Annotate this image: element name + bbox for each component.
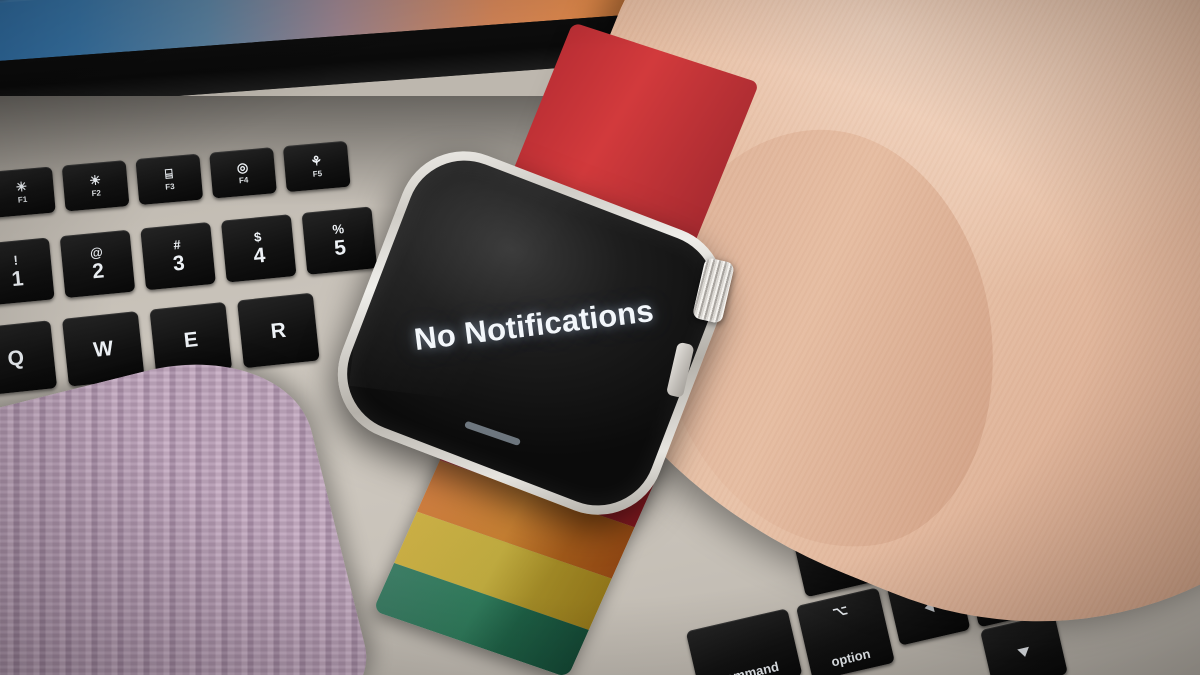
photo-scene: 19 zoom ☀F1☀F2⌸F3◎F4⚘F5 !1@2#3$4%5 [0,0,1200,675]
key-command[interactable]: command [685,608,803,675]
key-label: Q [6,345,26,371]
key-label: 1 [10,267,25,292]
finder-icon[interactable] [0,0,14,2]
key-label: F5 [312,168,323,179]
key-1[interactable]: ! 1 [0,237,55,306]
key-symbol: # [172,236,182,253]
number-key-row[interactable]: ! 1 @2 #3 $4% 5 [0,206,378,306]
key-label: F1 [17,194,28,205]
key-f5[interactable]: ⚘ F5 [282,140,351,193]
key-q[interactable]: Q [0,320,58,396]
key-label: E [182,327,199,352]
key-f1[interactable]: ☀ F1 [0,166,56,218]
no-notifications-message: No Notifications [412,292,656,357]
key-label: 3 [171,251,186,276]
fn-glyph-icon: ☀ [88,172,102,189]
key-symbol: @ [89,244,104,261]
key-f4[interactable]: ◎ F4 [209,147,277,199]
fn-glyph-icon: ☀ [14,178,28,195]
band-stripe-yellow [394,511,612,631]
fn-glyph-icon: ⚘ [309,152,323,169]
key-3[interactable]: #3 [140,221,216,291]
key-label: F3 [164,181,176,192]
option-symbol-icon: ⌥ [831,601,849,620]
key-symbol: % [331,221,345,238]
key-label: R [269,318,288,343]
key-2[interactable]: @2 [59,229,136,299]
key-label: F2 [91,188,102,199]
key-label: 2 [91,259,106,284]
key-label: 4 [252,243,267,268]
arrow-down-icon [1017,646,1031,658]
key-symbol: ! [12,252,19,268]
key-symbol: $ [253,229,262,245]
fn-glyph-icon: ◎ [236,159,249,176]
key-r[interactable]: R [236,292,320,369]
key-label: F4 [238,175,249,186]
key-4[interactable]: $4 [220,214,297,283]
home-indicator [463,420,522,447]
key-f3[interactable]: ⌸ F3 [135,153,204,206]
key-label: command [717,658,781,675]
key-label: option [829,645,872,670]
key-label: 5 [333,236,347,261]
fn-glyph-icon: ⌸ [164,166,174,182]
key-f2[interactable]: ☀ F2 [61,160,130,212]
key-label: W [92,336,115,362]
